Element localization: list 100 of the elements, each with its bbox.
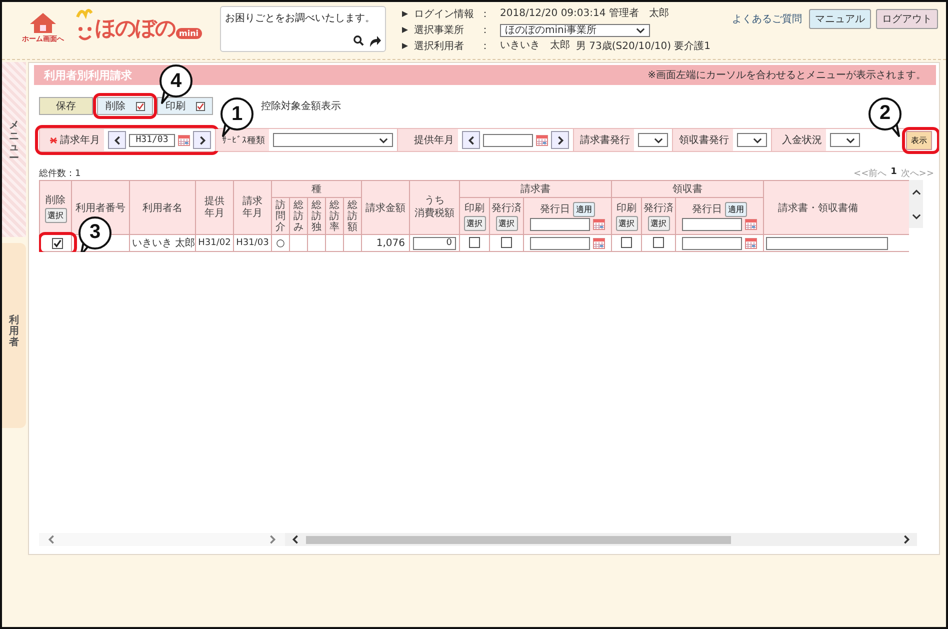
chevron-down-icon bbox=[912, 212, 920, 220]
select-button[interactable]: 選択 bbox=[464, 216, 486, 231]
select-button[interactable]: 選択 bbox=[616, 216, 638, 231]
calendar-icon[interactable] bbox=[745, 238, 758, 248]
chevron-down-icon bbox=[654, 136, 663, 144]
calendar-icon[interactable] bbox=[593, 238, 606, 248]
delete-button[interactable]: 削除 bbox=[97, 97, 153, 115]
header-cell: 請求書・領収書備 bbox=[764, 180, 909, 234]
chevron-right-icon bbox=[268, 535, 277, 544]
header-cell: 印刷 選択 bbox=[612, 198, 642, 234]
month-field[interactable] bbox=[483, 134, 533, 146]
filter-label: ｻｰﾋﾞｽ種類 bbox=[215, 129, 269, 151]
calendar-icon[interactable] bbox=[178, 134, 190, 146]
header-cell: 請求年月 bbox=[234, 180, 272, 234]
info-separator: ： bbox=[480, 40, 491, 53]
header-cell: 総訪率 bbox=[326, 198, 344, 234]
chevron-left-icon bbox=[291, 535, 300, 544]
month-field[interactable]: H31/03 bbox=[129, 134, 175, 146]
header-cell: 訪問介 bbox=[272, 198, 290, 234]
column-header: 消費税額 bbox=[414, 208, 455, 220]
apply-button[interactable]: 適用 bbox=[573, 202, 596, 216]
faq-link[interactable]: よくあるご質問 bbox=[732, 12, 802, 26]
date-field[interactable] bbox=[530, 236, 590, 250]
next-month-button[interactable] bbox=[551, 131, 569, 149]
header-cell: 削除 選択 bbox=[40, 180, 72, 234]
filter-label: 請求年月 bbox=[39, 129, 104, 151]
help-text: お困りごとをお調べいたします。 bbox=[225, 12, 376, 25]
tax-field[interactable]: 0 bbox=[413, 236, 456, 250]
horizontal-scrollbar[interactable] bbox=[39, 533, 285, 546]
checkbox[interactable] bbox=[501, 237, 512, 248]
previous-month-button[interactable] bbox=[462, 131, 480, 149]
logo-text: ほのぼの bbox=[95, 15, 175, 42]
redo-arrow-icon[interactable] bbox=[368, 35, 381, 47]
logo-badge: mini bbox=[176, 28, 202, 39]
vertical-scrollbar[interactable] bbox=[909, 180, 923, 228]
filter-label: 提供年月 bbox=[397, 129, 458, 151]
info-detail: 男 73歳(S20/10/10) 要介護1 bbox=[576, 40, 711, 53]
horizontal-scrollbar[interactable] bbox=[285, 533, 917, 546]
help-search-box[interactable]: お困りごとをお調べいたします。 bbox=[220, 6, 386, 52]
logout-button[interactable]: ログアウト bbox=[876, 9, 938, 29]
calendar-icon[interactable] bbox=[745, 218, 758, 230]
checkbox[interactable] bbox=[653, 237, 664, 248]
save-button[interactable]: 保存 bbox=[39, 97, 93, 115]
chevron-right-icon bbox=[902, 535, 911, 544]
calendar-icon[interactable] bbox=[593, 218, 606, 230]
checkbox[interactable] bbox=[52, 238, 63, 248]
manual-button[interactable]: マニュアル bbox=[809, 9, 871, 29]
filter-label: 入金状況 bbox=[771, 129, 826, 151]
chevron-right-icon bbox=[556, 136, 564, 144]
next-month-button[interactable] bbox=[193, 131, 211, 149]
apply-button[interactable]: 適用 bbox=[725, 202, 748, 216]
checkbox[interactable] bbox=[621, 237, 632, 248]
page-number[interactable]: 1 bbox=[890, 166, 897, 180]
info-label: 選択事業所 bbox=[414, 24, 465, 37]
header-cell: 発行済 選択 bbox=[490, 198, 524, 234]
select-button[interactable]: 選択 bbox=[44, 208, 66, 222]
user-tab[interactable]: 利用者 bbox=[2, 243, 26, 428]
dropdown[interactable] bbox=[830, 133, 860, 147]
triangle-icon bbox=[402, 43, 408, 49]
remarks-field[interactable] bbox=[766, 236, 888, 250]
header-cell: 利用者名 bbox=[130, 180, 196, 234]
info-value: 2018/12/20 09:03:14 管理者 太郎 bbox=[500, 7, 669, 21]
header-cell: 発行済 選択 bbox=[642, 198, 676, 234]
select-button[interactable]: 選択 bbox=[648, 216, 670, 231]
header-cell: 発行日 適用 bbox=[524, 198, 612, 234]
header-cell: 総訪独 bbox=[308, 198, 326, 234]
triangle-icon bbox=[402, 11, 408, 17]
table-cell: H31/03 bbox=[234, 234, 272, 252]
table-cell: 1,076 bbox=[362, 234, 410, 252]
search-icon[interactable] bbox=[353, 35, 364, 46]
select-button[interactable]: 選択 bbox=[496, 216, 518, 231]
table-cell: いきいき 太郎 bbox=[130, 234, 196, 252]
header-cell: 請求書 bbox=[460, 180, 612, 198]
info-separator: ： bbox=[480, 24, 491, 37]
date-field[interactable] bbox=[682, 218, 742, 230]
date-field[interactable] bbox=[530, 218, 590, 230]
filter-label: 請求書発行 bbox=[573, 129, 634, 151]
checkbox[interactable] bbox=[469, 237, 480, 248]
dropdown[interactable] bbox=[638, 133, 668, 147]
chevron-down-icon bbox=[636, 26, 645, 34]
show-button[interactable]: 表示 bbox=[906, 130, 932, 150]
chevron-left-icon bbox=[112, 136, 122, 144]
chevron-up-icon bbox=[912, 188, 920, 196]
header-cell: 印刷 選択 bbox=[460, 198, 490, 234]
info-separator: ： bbox=[480, 8, 491, 21]
chevron-down-icon bbox=[379, 136, 388, 144]
dropdown[interactable] bbox=[737, 133, 767, 147]
previous-month-button[interactable] bbox=[108, 131, 126, 149]
menu-tab[interactable]: メニュー bbox=[2, 62, 26, 237]
header-cell: 領収書 bbox=[612, 180, 764, 198]
info-value: いきいき 太郎 bbox=[500, 39, 570, 53]
filter-label: 領収書発行 bbox=[672, 129, 733, 151]
calendar-icon[interactable] bbox=[536, 134, 548, 146]
scrollbar-thumb[interactable] bbox=[306, 536, 731, 544]
header-cell: 請求金額 bbox=[362, 180, 410, 234]
chevron-down-icon bbox=[753, 136, 762, 144]
notice-text: ※画面左端にカーソルを合わせるとメニューが表示されます。 bbox=[648, 68, 926, 82]
date-field[interactable] bbox=[682, 236, 742, 250]
office-select[interactable]: ほのぼのmini事業所 bbox=[500, 24, 650, 36]
record-count: 総件数：1 bbox=[39, 168, 81, 180]
